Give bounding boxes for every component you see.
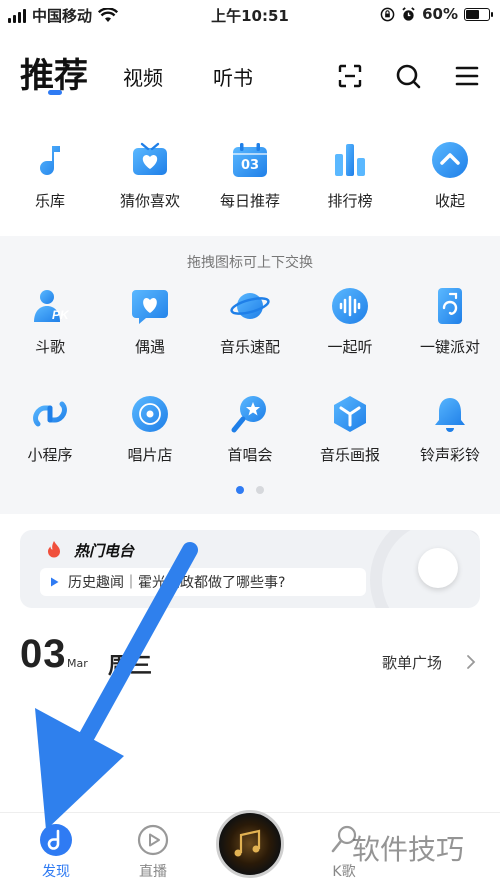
entry-song-pk[interactable]: PK 斗歌: [0, 286, 100, 366]
entry-label: 猜你喜欢: [119, 192, 180, 210]
entry-listen-together[interactable]: 一起听: [300, 286, 400, 366]
entry-ringtones[interactable]: 铃声彩铃: [400, 394, 500, 474]
entry-music-poster[interactable]: 音乐画报: [300, 394, 400, 474]
entry-label: 偶遇: [134, 338, 165, 356]
radio-play-knob[interactable]: [418, 548, 458, 588]
page-dot-active: [236, 486, 244, 494]
entry-label: 乐库: [34, 192, 65, 210]
mini-program-icon: [30, 394, 70, 434]
status-bar: 中国移动 上午10:51 60%: [0, 0, 500, 30]
entry-label: 唱片店: [127, 446, 173, 464]
rotation-lock-icon: [380, 7, 395, 21]
expanded-entries-panel: 拖拽图标可上下交换 PK 斗歌 偶遇 音乐速配 一起听 一键派对 小程序 唱片店…: [0, 236, 500, 514]
date-day: 03: [20, 632, 67, 676]
date-weekday: 周三: [108, 654, 153, 679]
entry-label: 斗歌: [34, 338, 65, 356]
radio-item-text: 历史趣闻｜霍光辅政都做了哪些事?: [68, 575, 286, 591]
cube-icon: [330, 394, 370, 434]
discover-icon: [39, 823, 73, 857]
hot-radio-card[interactable]: 热门电台 历史趣闻｜霍光辅政都做了哪些事?: [20, 530, 480, 608]
top-header: 推荐 视频 听书: [0, 40, 500, 100]
battery-icon: [464, 7, 493, 21]
chevron-up-icon: [430, 140, 470, 180]
playlist-square-link[interactable]: 歌单广场: [382, 652, 442, 673]
music-notes-icon: [234, 829, 261, 857]
radio-title: 热门电台: [74, 542, 135, 560]
date-month: Mar: [67, 657, 88, 670]
waveform-icon: [330, 286, 370, 326]
search-icon[interactable]: [394, 62, 422, 90]
entry-label: 排行榜: [327, 192, 373, 210]
entries-row-1: PK 斗歌 偶遇 音乐速配 一起听 一键派对: [0, 286, 500, 366]
active-tab-indicator: [48, 90, 62, 95]
nav-label: 发现: [42, 864, 70, 880]
entry-music-match[interactable]: 音乐速配: [200, 286, 300, 366]
entry-label: 首唱会: [227, 446, 273, 464]
party-icon: [430, 286, 470, 326]
status-right: 60%: [380, 5, 493, 23]
entry-encounter[interactable]: 偶遇: [100, 286, 200, 366]
mic-star-icon: [230, 394, 270, 434]
entry-label: 每日推荐: [219, 192, 280, 210]
svg-text:PK: PK: [52, 308, 70, 322]
pk-icon: PK: [30, 286, 70, 326]
heart-bubble-icon: [130, 286, 170, 326]
calendar-day-badge: 03: [240, 158, 260, 173]
nav-discover[interactable]: 发现: [26, 823, 86, 881]
nav-label: 直播: [139, 864, 167, 880]
play-icon: [51, 577, 59, 587]
page-indicator: [0, 486, 500, 494]
entry-collapse[interactable]: 收起: [400, 140, 500, 220]
heart-tv-icon: [130, 140, 170, 180]
watermark: 软件技巧: [352, 833, 465, 866]
alarm-icon: [402, 6, 415, 21]
entry-one-click-party[interactable]: 一键派对: [400, 286, 500, 366]
bar-chart-icon: [330, 140, 370, 180]
entry-label: 音乐速配: [219, 338, 280, 356]
record-icon: [130, 394, 170, 434]
entries-row-2: 小程序 唱片店 首唱会 音乐画报 铃声彩铃: [0, 394, 500, 474]
now-playing-disc[interactable]: [216, 810, 284, 878]
calendar-icon: 03: [230, 140, 270, 180]
entry-debut-concert[interactable]: 首唱会: [200, 394, 300, 474]
entry-label: 小程序: [27, 446, 73, 464]
entry-label: 一键派对: [419, 338, 480, 356]
chevron-right-icon[interactable]: [466, 654, 476, 670]
entry-record-store[interactable]: 唱片店: [100, 394, 200, 474]
entry-mini-program[interactable]: 小程序: [0, 394, 100, 474]
quick-entry-row: 乐库 猜你喜欢 03 每日推荐 排行榜 收起: [0, 140, 500, 220]
radio-item[interactable]: 历史趣闻｜霍光辅政都做了哪些事?: [40, 568, 366, 596]
planet-icon: [230, 286, 270, 326]
entry-label: 音乐画报: [319, 446, 380, 464]
bell-icon: [430, 394, 470, 434]
music-note-icon: [30, 140, 70, 180]
nav-live[interactable]: 直播: [123, 823, 183, 881]
entry-daily-recommend[interactable]: 03 每日推荐: [200, 140, 300, 220]
page-dot: [256, 486, 264, 494]
battery-percent: 60%: [422, 5, 458, 23]
drag-hint: 拖拽图标可上下交换: [187, 255, 313, 271]
fire-icon: [48, 541, 60, 558]
tab-audiobook[interactable]: 听书: [213, 62, 253, 91]
entry-label: 收起: [434, 192, 465, 210]
entry-label: 铃声彩铃: [419, 446, 480, 464]
entry-music-library[interactable]: 乐库: [0, 140, 100, 220]
menu-icon[interactable]: [453, 62, 481, 90]
live-icon: [136, 823, 170, 857]
entry-charts[interactable]: 排行榜: [300, 140, 400, 220]
scan-icon[interactable]: [336, 62, 364, 90]
tab-video[interactable]: 视频: [123, 62, 163, 91]
entry-guess-you-like[interactable]: 猜你喜欢: [100, 140, 200, 220]
entry-label: 一起听: [327, 338, 373, 356]
